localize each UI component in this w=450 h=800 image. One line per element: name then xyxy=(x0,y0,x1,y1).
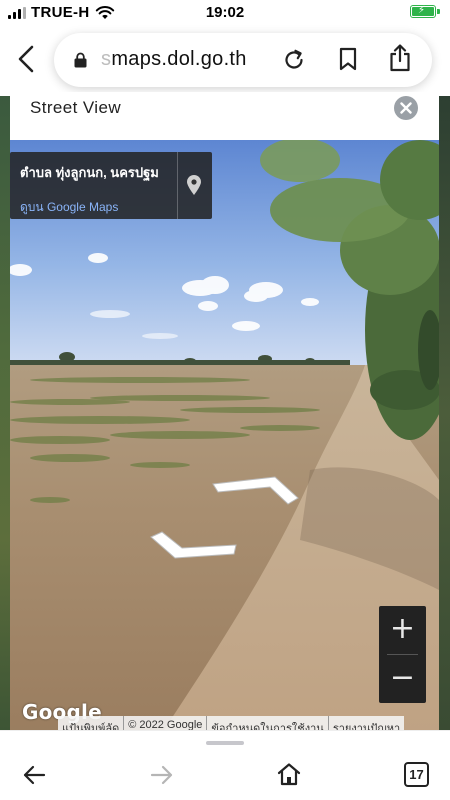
map-edge-left xyxy=(0,96,10,730)
bookmark-icon[interactable] xyxy=(338,47,358,71)
panel-header: Street View xyxy=(10,92,439,140)
back-arrow-icon[interactable] xyxy=(22,765,46,785)
lock-icon xyxy=(74,52,87,68)
map-pin-icon[interactable] xyxy=(186,174,202,196)
browser-nav-bar: smaps.dol.go.th xyxy=(0,26,450,96)
zoom-in-button[interactable]: + xyxy=(379,606,426,654)
toolbar-handle[interactable] xyxy=(206,741,244,745)
url-main-part: maps.dol.go.th xyxy=(111,48,247,70)
browser-toolbar: 17 xyxy=(0,730,450,800)
view-on-google-maps-link[interactable]: ดูบน Google Maps xyxy=(20,198,118,217)
battery-icon: ⚡ xyxy=(410,5,436,18)
forward-arrow-icon[interactable] xyxy=(150,765,174,785)
share-icon[interactable] xyxy=(388,44,412,72)
street-view-panel: Street View ตำบล ทุ่งลูกนก, นครปฐม ดูบน … xyxy=(10,92,439,736)
status-bar: TRUE-H 19:02 ⚡ xyxy=(0,0,450,26)
url-text[interactable]: smaps.dol.go.th xyxy=(101,48,247,71)
back-chevron-icon[interactable] xyxy=(14,44,40,74)
location-name: ตำบล ทุ่งลูกนก, นครปฐม xyxy=(20,165,159,180)
address-bar[interactable]: smaps.dol.go.th xyxy=(54,33,432,87)
close-button[interactable] xyxy=(394,96,418,120)
info-divider xyxy=(177,152,178,219)
home-icon[interactable] xyxy=(277,762,301,786)
street-view-image[interactable]: ตำบล ทุ่งลูกนก, นครปฐม ดูบน Google Maps … xyxy=(10,140,439,736)
zoom-control: + − xyxy=(379,606,426,703)
street-view-scene xyxy=(10,140,439,736)
url-faded-part: s xyxy=(101,48,112,70)
clock: 19:02 xyxy=(205,4,245,21)
close-icon xyxy=(400,102,412,114)
battery-cap xyxy=(437,9,440,14)
panel-title: Street View xyxy=(30,98,122,117)
map-edge-right xyxy=(439,96,450,730)
reload-icon[interactable] xyxy=(282,48,306,72)
location-info-card: ตำบล ทุ่งลูกนก, นครปฐม ดูบน Google Maps xyxy=(10,152,212,219)
tabs-button[interactable]: 17 xyxy=(404,762,429,787)
zoom-out-button[interactable]: − xyxy=(379,655,426,703)
